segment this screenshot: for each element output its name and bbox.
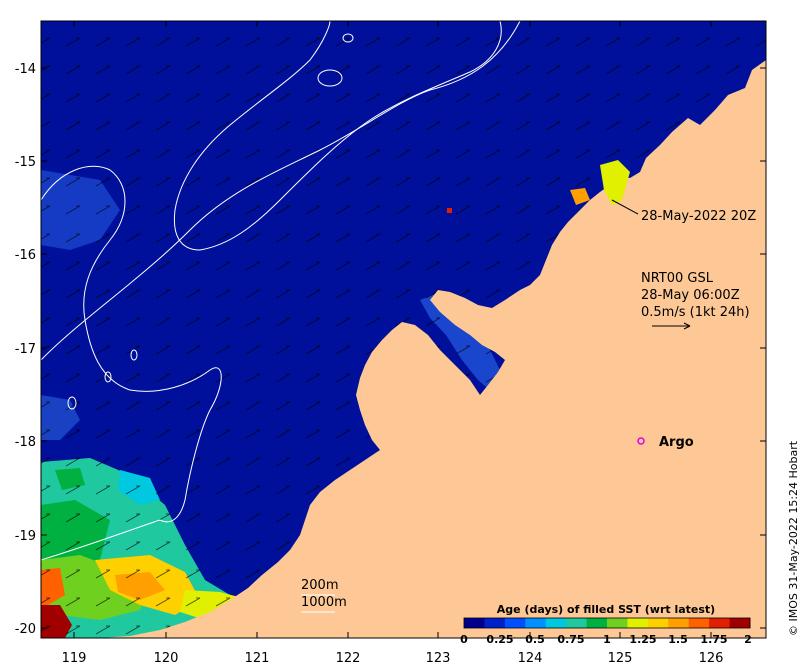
colorbar-tick-label: 0.5 bbox=[525, 633, 545, 646]
colorbar-tick-label: 1.25 bbox=[629, 633, 656, 646]
lon-tick-label: 125 bbox=[608, 651, 633, 666]
colorbar-swatch bbox=[484, 618, 506, 628]
isobath-1000-label: 1000m bbox=[301, 595, 347, 610]
lat-tick-label: -17 bbox=[15, 342, 36, 357]
colorbar-swatch bbox=[647, 618, 669, 628]
lon-tick-label: 121 bbox=[245, 651, 270, 666]
reef-dot bbox=[447, 208, 452, 213]
credit-text: © IMOS 31-May-2022 15:24 Hobart bbox=[787, 440, 800, 636]
colorbar-swatch bbox=[586, 618, 608, 628]
colorbar-ticks: 0 0.25 0.5 0.75 1 1.25 1.5 1.75 2 bbox=[460, 633, 752, 646]
isobath-200-label: 200m bbox=[301, 578, 338, 593]
current-scale-label: 0.5m/s (1kt 24h) bbox=[641, 305, 750, 320]
lat-tick-label: -18 bbox=[15, 435, 36, 450]
lon-tick-label: 123 bbox=[426, 651, 451, 666]
colorbar-swatch bbox=[627, 618, 649, 628]
colorbar-swatch bbox=[668, 618, 690, 628]
lon-tick-label: 126 bbox=[699, 651, 724, 666]
plot-area bbox=[41, 21, 766, 638]
colorbar-tick-label: 0 bbox=[460, 633, 468, 646]
colorbar-swatch bbox=[688, 618, 710, 628]
colorbar-tick-label: 1.5 bbox=[668, 633, 688, 646]
lat-tick-label: -20 bbox=[15, 622, 36, 637]
current-time-label: 28-May 06:00Z bbox=[641, 288, 740, 303]
colorbar-tick-label: 1 bbox=[603, 633, 611, 646]
lon-tick-label: 119 bbox=[62, 651, 87, 666]
colorbar-swatch bbox=[607, 618, 628, 628]
colorbar-swatch bbox=[729, 618, 751, 628]
satellite-pass-label: 28-May-2022 20Z bbox=[641, 209, 756, 224]
colorbar-title: Age (days) of filled SST (wrt latest) bbox=[497, 603, 715, 616]
lon-tick-label: 120 bbox=[154, 651, 179, 666]
colorbar: Age (days) of filled SST (wrt latest) 0 … bbox=[460, 603, 752, 646]
colorbar-swatch bbox=[566, 618, 588, 628]
colorbar-tick-label: 1.75 bbox=[700, 633, 727, 646]
colorbar-swatch bbox=[709, 618, 731, 628]
colorbar-tick-label: 2 bbox=[744, 633, 752, 646]
lat-tick-label: -15 bbox=[15, 155, 36, 170]
lon-tick-label: 122 bbox=[336, 651, 361, 666]
current-source-label: NRT00 GSL bbox=[641, 271, 714, 286]
lat-tick-label: -16 bbox=[15, 248, 36, 263]
colorbar-tick-label: 0.25 bbox=[486, 633, 513, 646]
sst-age-map: 119 120 121 122 123 124 125 126 -14 -15 … bbox=[15, 20, 800, 666]
colorbar-tick-label: 0.75 bbox=[557, 633, 584, 646]
colorbar-swatches bbox=[464, 618, 751, 628]
colorbar-swatch bbox=[504, 618, 526, 628]
lat-tick-label: -19 bbox=[15, 529, 36, 544]
lat-tick-labels: -14 -15 -16 -17 -18 -19 -20 bbox=[15, 62, 36, 637]
colorbar-swatch bbox=[525, 618, 547, 628]
argo-label: Argo bbox=[659, 435, 694, 450]
lon-tick-label: 124 bbox=[518, 651, 543, 666]
lat-tick-label: -14 bbox=[15, 62, 36, 77]
colorbar-swatch bbox=[464, 618, 485, 628]
colorbar-swatch bbox=[545, 618, 567, 628]
lon-tick-labels: 119 120 121 122 123 124 125 126 bbox=[62, 651, 724, 666]
